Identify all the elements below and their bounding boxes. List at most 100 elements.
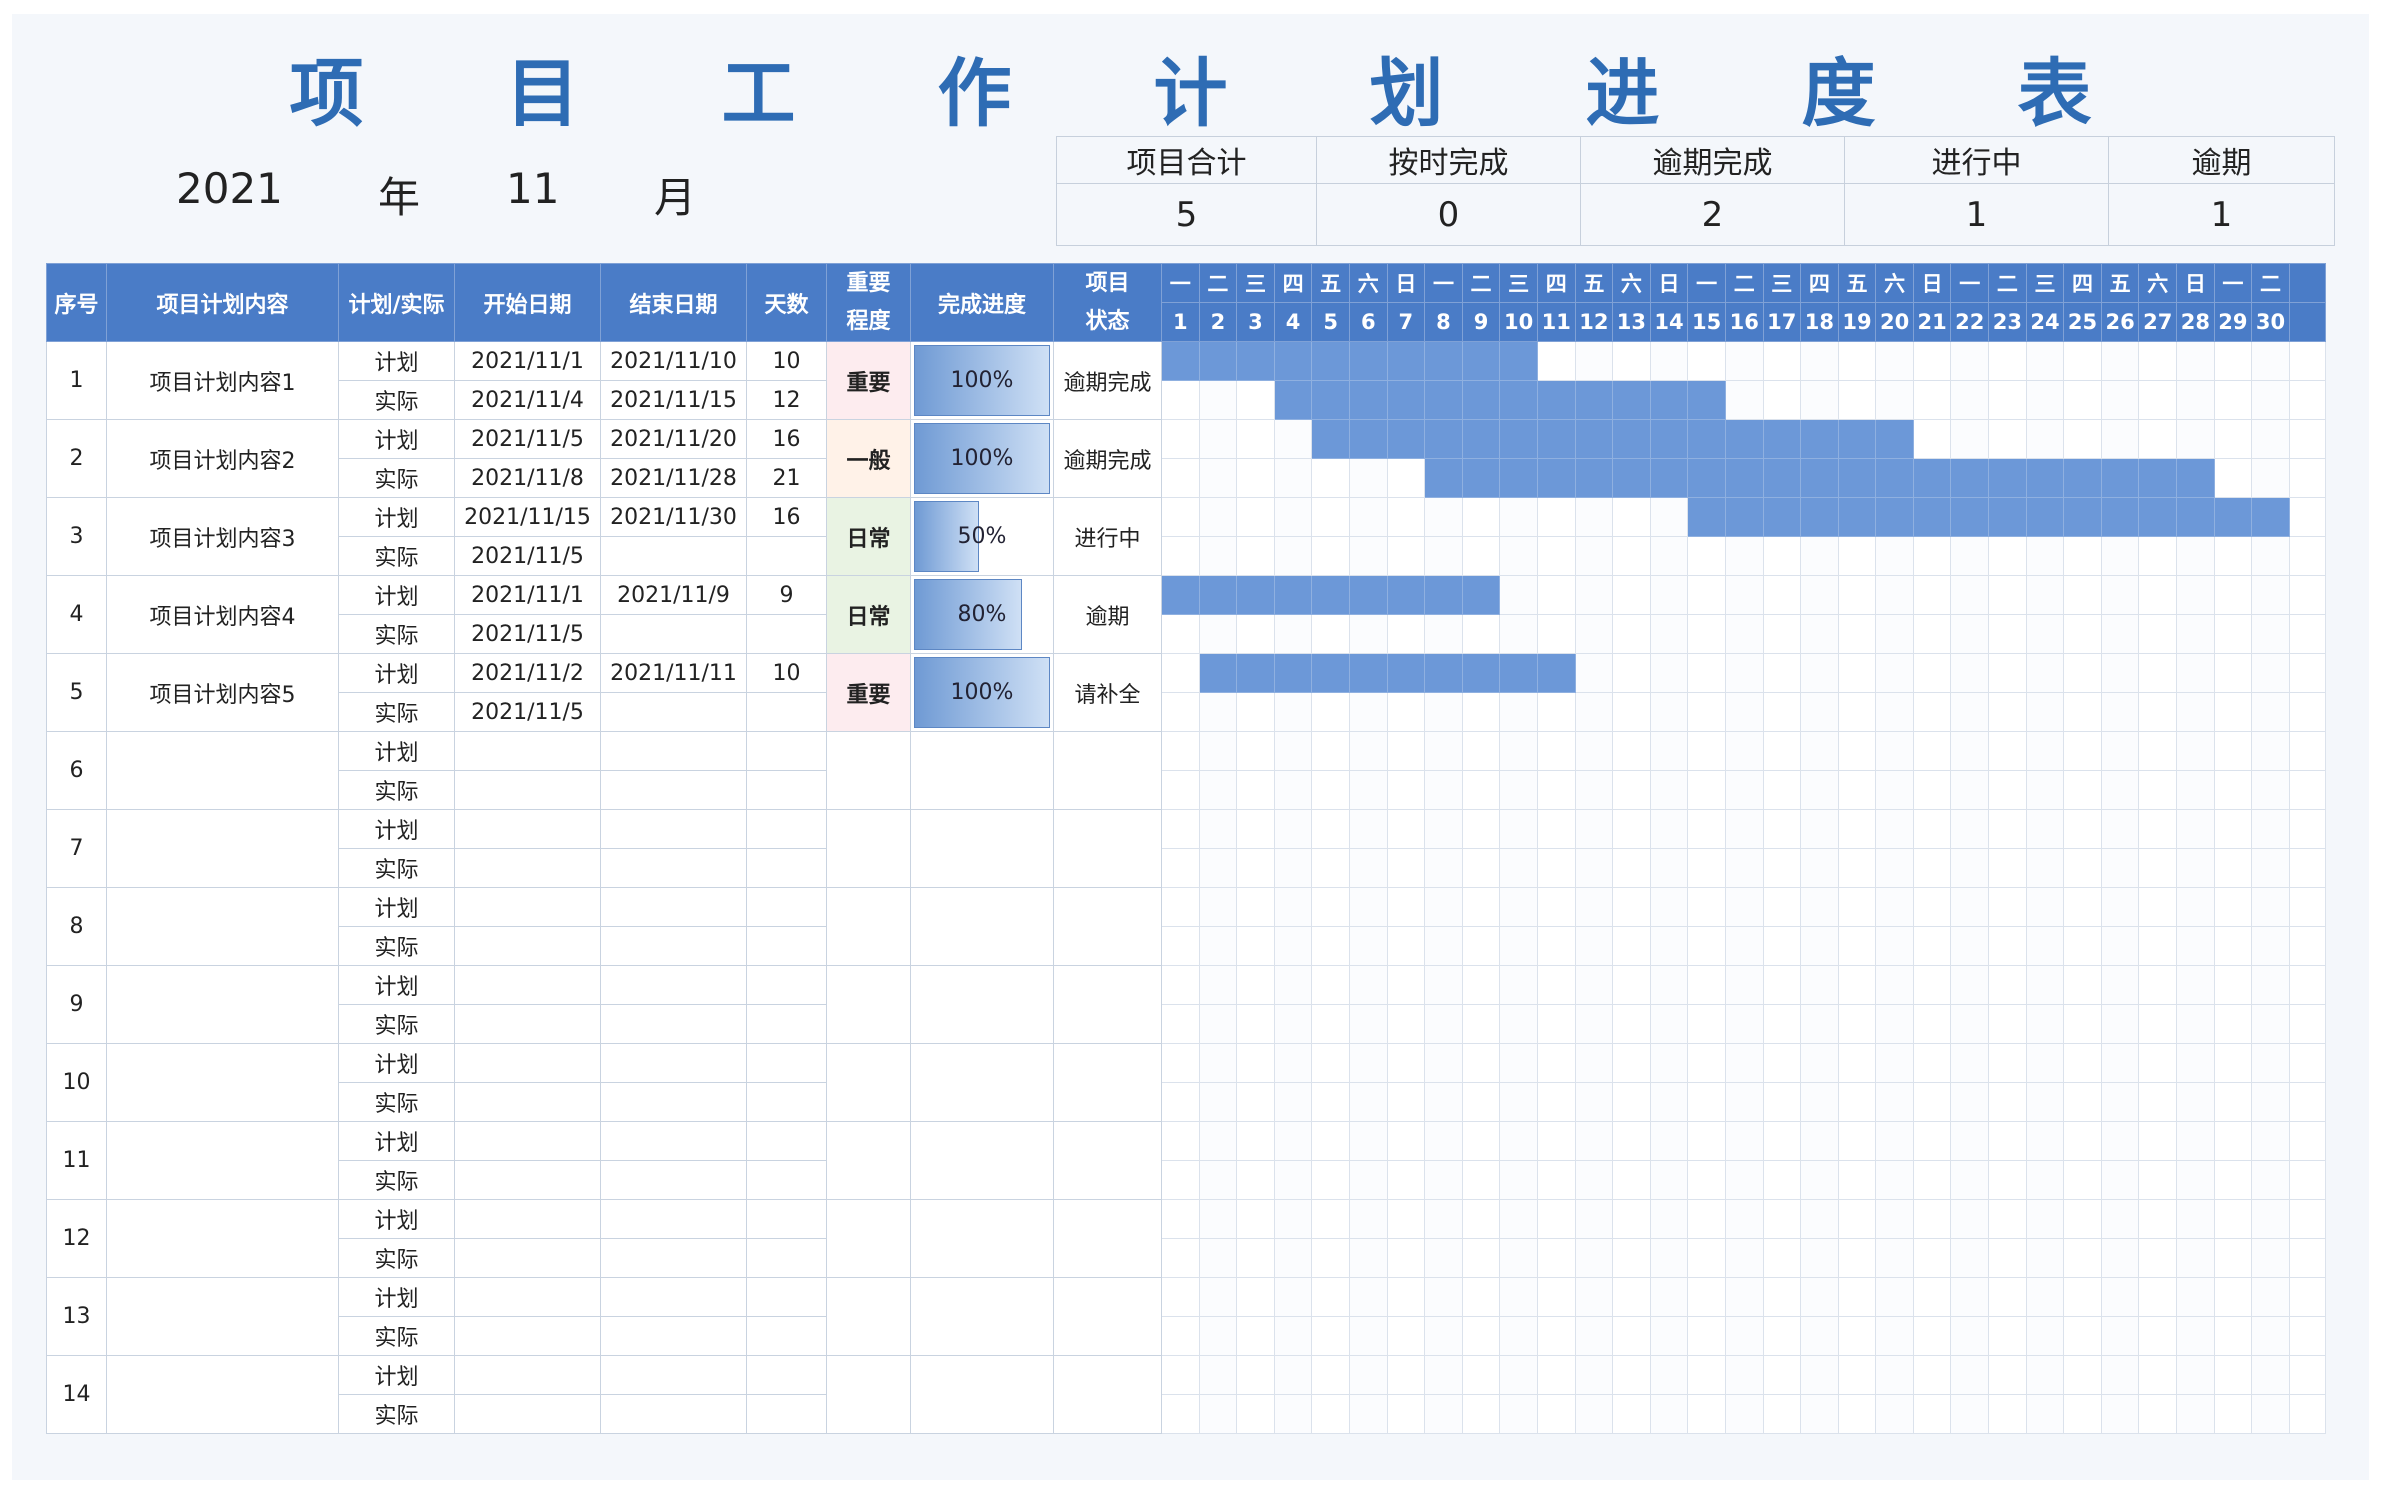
progress-cell xyxy=(910,1277,1054,1356)
weekday-header: 五 xyxy=(1311,263,1350,303)
gantt-cell xyxy=(1875,1355,1914,1395)
gantt-bar-cell xyxy=(1424,419,1463,459)
gantt-cell xyxy=(1536,1355,1576,1395)
gantt-cell xyxy=(1912,419,1952,459)
priority-badge: 重要 xyxy=(826,653,911,732)
gantt-cell xyxy=(2063,1121,2102,1161)
gantt-cell xyxy=(2176,1277,2215,1317)
gantt-cell xyxy=(1687,1160,1726,1200)
gantt-cell xyxy=(1875,965,1914,1005)
priority-badge xyxy=(826,1121,911,1200)
gantt-cell xyxy=(1536,965,1576,1005)
gantt-cell xyxy=(1348,1238,1388,1278)
gantt-cell xyxy=(1649,536,1689,576)
year-value: 2021 xyxy=(176,164,283,213)
gantt-cell xyxy=(1649,1082,1689,1122)
weekday-header: 日 xyxy=(2176,263,2215,303)
gantt-cell xyxy=(2251,1238,2290,1278)
gantt-cell xyxy=(1875,1316,1914,1356)
gantt-cell xyxy=(1687,848,1726,888)
gantt-cell xyxy=(1236,926,1275,966)
gantt-cell xyxy=(1424,809,1463,849)
plan-days xyxy=(746,887,827,927)
gantt-cell xyxy=(1236,1004,1275,1044)
gantt-cell xyxy=(2100,770,2140,810)
gantt-cell xyxy=(1988,1277,2027,1317)
gantt-cell xyxy=(1875,1238,1914,1278)
gantt-bar-cell xyxy=(1236,341,1275,381)
gantt-bar-cell xyxy=(2025,458,2065,498)
gantt-cell xyxy=(1800,536,1839,576)
table-row: 5 项目计划内容5 计划 2021/11/2 2021/11/11 10 重要 100% 请补全 xyxy=(46,653,2326,732)
gantt-cell xyxy=(2176,536,2215,576)
gantt-cell xyxy=(1536,692,1576,732)
gantt-cell xyxy=(1499,809,1538,849)
gantt-cell xyxy=(1311,887,1350,927)
gantt-bar-cell xyxy=(1536,419,1576,459)
gantt-cell xyxy=(2288,926,2326,966)
gantt-cell xyxy=(1800,1121,1839,1161)
gantt-bar-cell xyxy=(1875,419,1914,459)
gantt-cell xyxy=(1724,926,1764,966)
row-type-plan: 计划 xyxy=(338,965,455,1005)
gantt-cell xyxy=(2288,536,2326,576)
gantt-cell xyxy=(1273,1004,1313,1044)
weekday-header: 五 xyxy=(1837,263,1877,303)
gantt-cell xyxy=(1649,809,1689,849)
gantt-cell xyxy=(1499,692,1538,732)
day-header: 13 xyxy=(1612,302,1651,342)
gantt-cell xyxy=(1950,419,1990,459)
row-seq: 6 xyxy=(46,731,107,810)
plan-days xyxy=(746,731,827,771)
gantt-cell xyxy=(2025,536,2065,576)
priority-badge xyxy=(826,809,911,888)
title-char: 计 xyxy=(1153,50,1228,137)
gantt-cell xyxy=(2288,692,2326,732)
gantt-cell xyxy=(1161,380,1200,420)
summary-value-on-time: 0 xyxy=(1316,183,1581,246)
gantt-cell xyxy=(1574,848,1614,888)
gantt-cell xyxy=(2213,653,2253,693)
gantt-bar-cell xyxy=(1499,653,1538,693)
gantt-cell xyxy=(1612,536,1651,576)
gantt-cell xyxy=(1236,887,1275,927)
gantt-cell xyxy=(2138,575,2178,615)
gantt-cell xyxy=(1687,1121,1726,1161)
gantt-cell xyxy=(2063,1082,2102,1122)
gantt-cell xyxy=(1499,1160,1538,1200)
row-type-actual: 实际 xyxy=(338,1160,455,1200)
gantt-bar-cell xyxy=(2213,497,2253,537)
weekday-header: 四 xyxy=(2063,263,2102,303)
gantt-cell xyxy=(1236,419,1275,459)
gantt-cell xyxy=(1198,1043,1238,1083)
gantt-cell xyxy=(1762,380,1802,420)
gantt-cell xyxy=(1649,848,1689,888)
gantt-cell xyxy=(1612,653,1651,693)
progress-text: 100% xyxy=(950,446,1014,471)
col-start: 开始日期 xyxy=(454,263,601,342)
gantt-cell xyxy=(2251,965,2290,1005)
gantt-cell xyxy=(1348,848,1388,888)
gantt-cell xyxy=(1988,1394,2027,1434)
plan-start xyxy=(454,965,601,1005)
gantt-cell xyxy=(1687,1277,1726,1317)
priority-badge xyxy=(826,965,911,1044)
row-type-plan: 计划 xyxy=(338,1121,455,1161)
plan-days xyxy=(746,809,827,849)
gantt-cell xyxy=(1950,965,1990,1005)
day-header: 14 xyxy=(1649,302,1689,342)
gantt-bar-cell xyxy=(1912,458,1952,498)
gantt-cell xyxy=(1161,1082,1200,1122)
gantt-cell xyxy=(2025,1160,2065,1200)
gantt-cell xyxy=(1649,1121,1689,1161)
gantt-cell xyxy=(2063,1199,2102,1239)
gantt-cell xyxy=(2063,1277,2102,1317)
gantt-cell xyxy=(1161,536,1200,576)
actual-start xyxy=(454,926,601,966)
gantt-cell xyxy=(1837,380,1877,420)
gantt-cell xyxy=(2063,1355,2102,1395)
priority-badge xyxy=(826,1355,911,1434)
gantt-cell xyxy=(2251,1394,2290,1434)
gantt-cell xyxy=(1649,1004,1689,1044)
gantt-cell xyxy=(1912,1238,1952,1278)
